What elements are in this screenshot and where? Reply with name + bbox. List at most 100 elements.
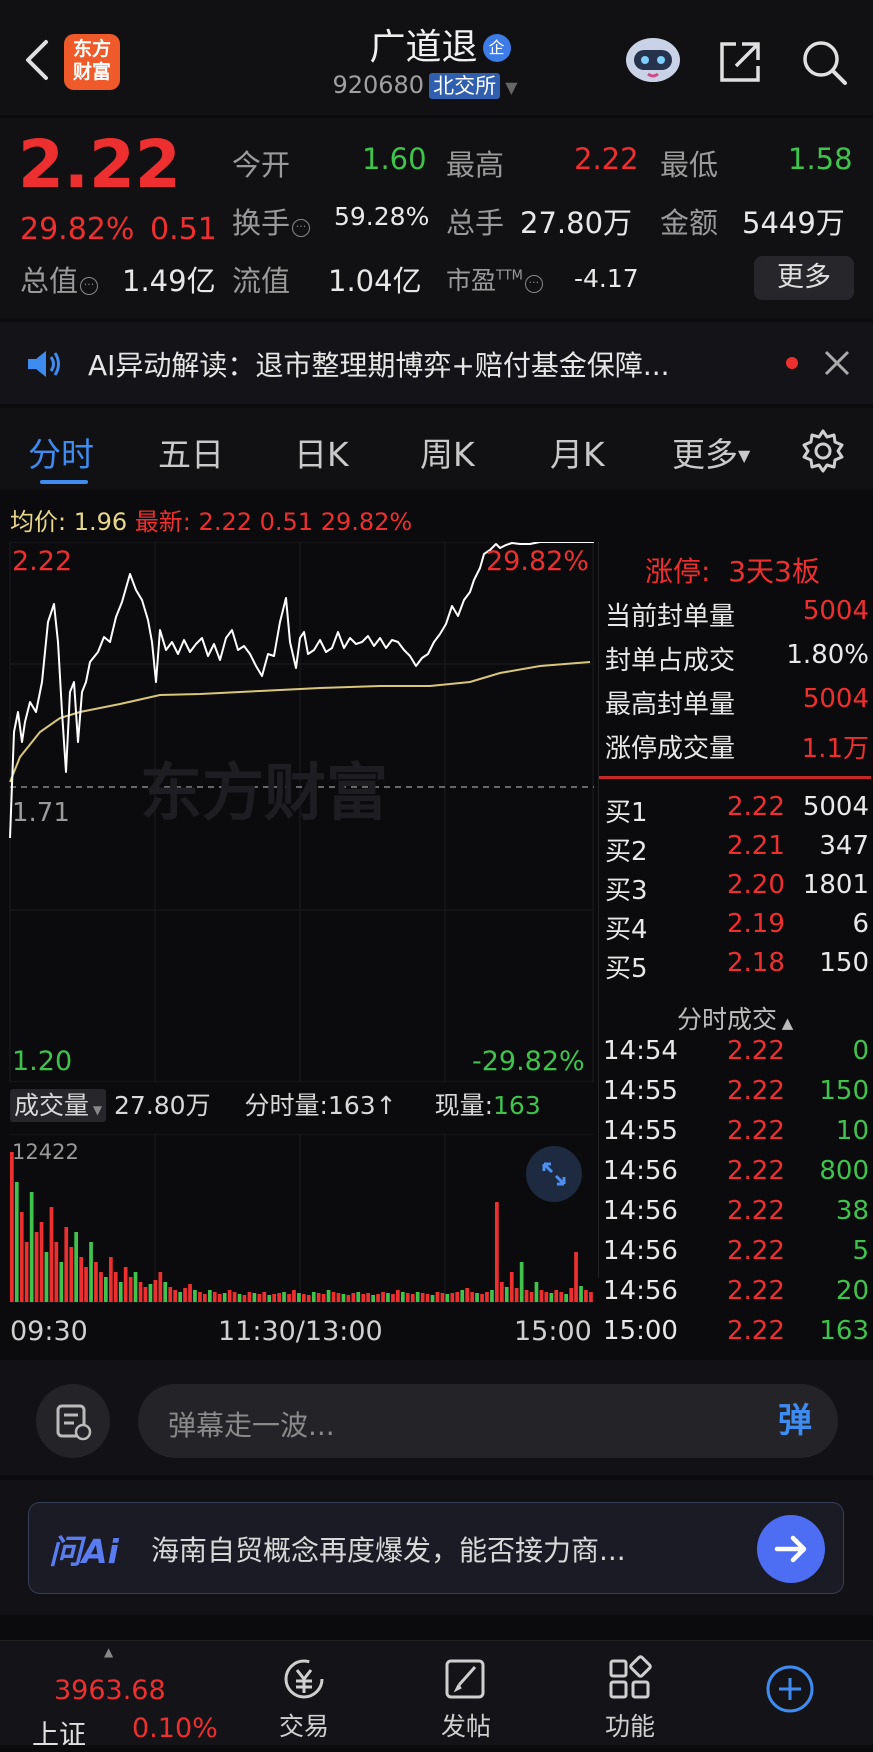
volume-bar xyxy=(212,1292,217,1302)
current-price: 2.22 xyxy=(18,126,181,203)
danmu-bar: 弹幕走一波... 弹 xyxy=(0,1360,873,1475)
volume-bar xyxy=(232,1292,237,1302)
volume-bar xyxy=(302,1294,306,1302)
eastmoney-logo: 东方 财富 xyxy=(64,34,120,90)
index-widget[interactable]: ▲ 3963.68 上证 0.10% xyxy=(30,1645,220,1751)
tick-volume: 5 xyxy=(852,1236,869,1266)
volume-max-label: 12422 xyxy=(12,1140,79,1164)
caret-down-icon: ▼ xyxy=(89,1103,103,1117)
tick-time: 15:00 xyxy=(603,1316,678,1346)
amount-value: 5449万 xyxy=(742,206,845,240)
volume-bar xyxy=(89,1242,93,1302)
tick-volume: 163 xyxy=(819,1316,869,1346)
more-button[interactable]: 更多 xyxy=(754,256,854,300)
tab-post[interactable]: 发帖 xyxy=(428,1655,504,1743)
order-book-row[interactable]: 买5 2.18 150 xyxy=(605,948,869,984)
caret-down-icon: ▼ xyxy=(738,446,751,465)
volume-bar xyxy=(183,1288,187,1302)
turnover-label[interactable]: 换手 ··· xyxy=(232,200,311,242)
volume-chart[interactable] xyxy=(0,1134,594,1304)
mid-price-label: 1.71 xyxy=(12,798,70,828)
chart-header: 均价: 1.96 最新: 2.22 0.51 29.82% xyxy=(10,508,413,536)
limit-panel: 涨停: 3天3板 当前封单量 5004 封单占成交 1.80% 最高封单量 5004 … xyxy=(598,542,873,1346)
volume-bar xyxy=(29,1192,34,1302)
tab-daily-k[interactable]: 日K xyxy=(294,428,349,476)
price-chart[interactable]: 东方财富 xyxy=(0,542,594,1082)
order-level: 买4 xyxy=(605,915,648,945)
arrow-right-icon[interactable] xyxy=(757,1515,825,1583)
ticks-title[interactable]: 分时成交 ▲ xyxy=(677,1000,793,1036)
order-book-row[interactable]: 买3 2.20 1801 xyxy=(605,870,869,906)
pe-label[interactable]: 市盈TTM ··· xyxy=(446,261,543,297)
tab-weekly-k[interactable]: 周K xyxy=(420,428,475,476)
volume-bar xyxy=(306,1295,311,1302)
tab-more[interactable]: 更多▼ xyxy=(672,428,750,476)
robot-assistant-icon[interactable] xyxy=(622,30,684,86)
volume-bar xyxy=(509,1272,514,1302)
volume-bar xyxy=(361,1294,366,1302)
order-volume: 5004 xyxy=(802,792,869,822)
search-icon[interactable] xyxy=(800,38,850,88)
volume-bar xyxy=(346,1295,351,1302)
info-icon: ··· xyxy=(524,275,543,293)
stock-code-row[interactable]: 920680 北交所 ▼ xyxy=(295,70,555,100)
ask-ai-box[interactable]: 问Ai 海南自贸概念再度爆发，能否接力商... xyxy=(28,1502,844,1594)
ai-news-banner[interactable]: AI异动解读：退市整理期博弈+赔付基金保障... xyxy=(0,322,873,404)
amount-label: 金额 xyxy=(660,206,719,240)
tick-row: 14:56 2.22 20 xyxy=(603,1276,869,1314)
tab-function[interactable]: 功能 xyxy=(592,1655,668,1743)
volume-bar xyxy=(242,1295,247,1302)
volume-bar xyxy=(178,1292,182,1302)
danmu-input[interactable]: 弹幕走一波... 弹 xyxy=(138,1384,838,1458)
close-icon[interactable] xyxy=(822,348,852,382)
settings-icon[interactable] xyxy=(800,428,846,478)
volume-bar xyxy=(118,1282,123,1302)
stock-title: 广道退 企 xyxy=(320,18,560,70)
volume-bar xyxy=(262,1292,267,1302)
order-volume: 347 xyxy=(819,831,869,861)
expand-icon[interactable] xyxy=(526,1146,582,1202)
volume-bar xyxy=(163,1282,168,1302)
volume-bar xyxy=(351,1293,356,1302)
volume-bar xyxy=(405,1293,410,1302)
share-icon[interactable] xyxy=(716,38,764,86)
market-cap-label[interactable]: 总值 ··· xyxy=(20,258,99,300)
tab-active-underline xyxy=(40,480,88,484)
volume-label: 总手 xyxy=(446,206,505,240)
ask-ai-bar[interactable]: 问Ai 海南自贸概念再度爆发，能否接力商... xyxy=(0,1480,873,1615)
volume-bar xyxy=(311,1292,316,1302)
volume-bar xyxy=(193,1290,197,1302)
volume-bar xyxy=(267,1295,272,1302)
tick-price: 2.22 xyxy=(727,1076,785,1106)
volume-bar xyxy=(10,1152,14,1302)
tab-trade[interactable]: 交易 xyxy=(266,1655,342,1743)
tab-monthly-k[interactable]: 月K xyxy=(550,428,605,476)
volume-bar xyxy=(331,1292,336,1302)
volume-bar xyxy=(138,1282,143,1302)
volume-bar xyxy=(104,1277,108,1302)
volume-bar xyxy=(539,1290,544,1302)
add-icon[interactable] xyxy=(764,1663,816,1715)
volume-bar xyxy=(19,1212,24,1302)
ask-ai-text: 海南自贸概念再度爆发，能否接力商... xyxy=(151,1534,626,1567)
tab-five-day[interactable]: 五日 xyxy=(158,428,224,476)
quote-panel: 2.22 29.82% 0.51 今开 1.60 最高 2.22 最低 1.58… xyxy=(0,118,873,318)
volume-bar xyxy=(208,1290,212,1302)
order-book-row[interactable]: 买2 2.21 347 xyxy=(605,831,869,867)
order-book-row[interactable]: 买4 2.19 6 xyxy=(605,909,869,945)
tab-intraday[interactable]: 分时 xyxy=(28,428,94,476)
danmu-settings-icon[interactable] xyxy=(36,1384,110,1458)
volume-bar xyxy=(420,1293,425,1302)
back-icon[interactable] xyxy=(18,38,58,80)
volume-bar xyxy=(99,1272,103,1302)
volume-selector[interactable]: 成交量 ▼ xyxy=(10,1089,107,1122)
volume-total: 27.80万 xyxy=(114,1091,211,1120)
danmu-send-button[interactable]: 弹 xyxy=(758,1390,832,1452)
bottom-tab-bar: ▲ 3963.68 上证 0.10% 交易 发帖 功能 xyxy=(0,1640,873,1751)
order-level: 买5 xyxy=(605,954,648,984)
volume-bar xyxy=(554,1290,559,1302)
tick-price: 2.22 xyxy=(727,1236,785,1266)
order-book-row[interactable]: 买1 2.22 5004 xyxy=(605,792,869,828)
volume-bar xyxy=(203,1294,207,1302)
volume-bar xyxy=(252,1293,257,1302)
